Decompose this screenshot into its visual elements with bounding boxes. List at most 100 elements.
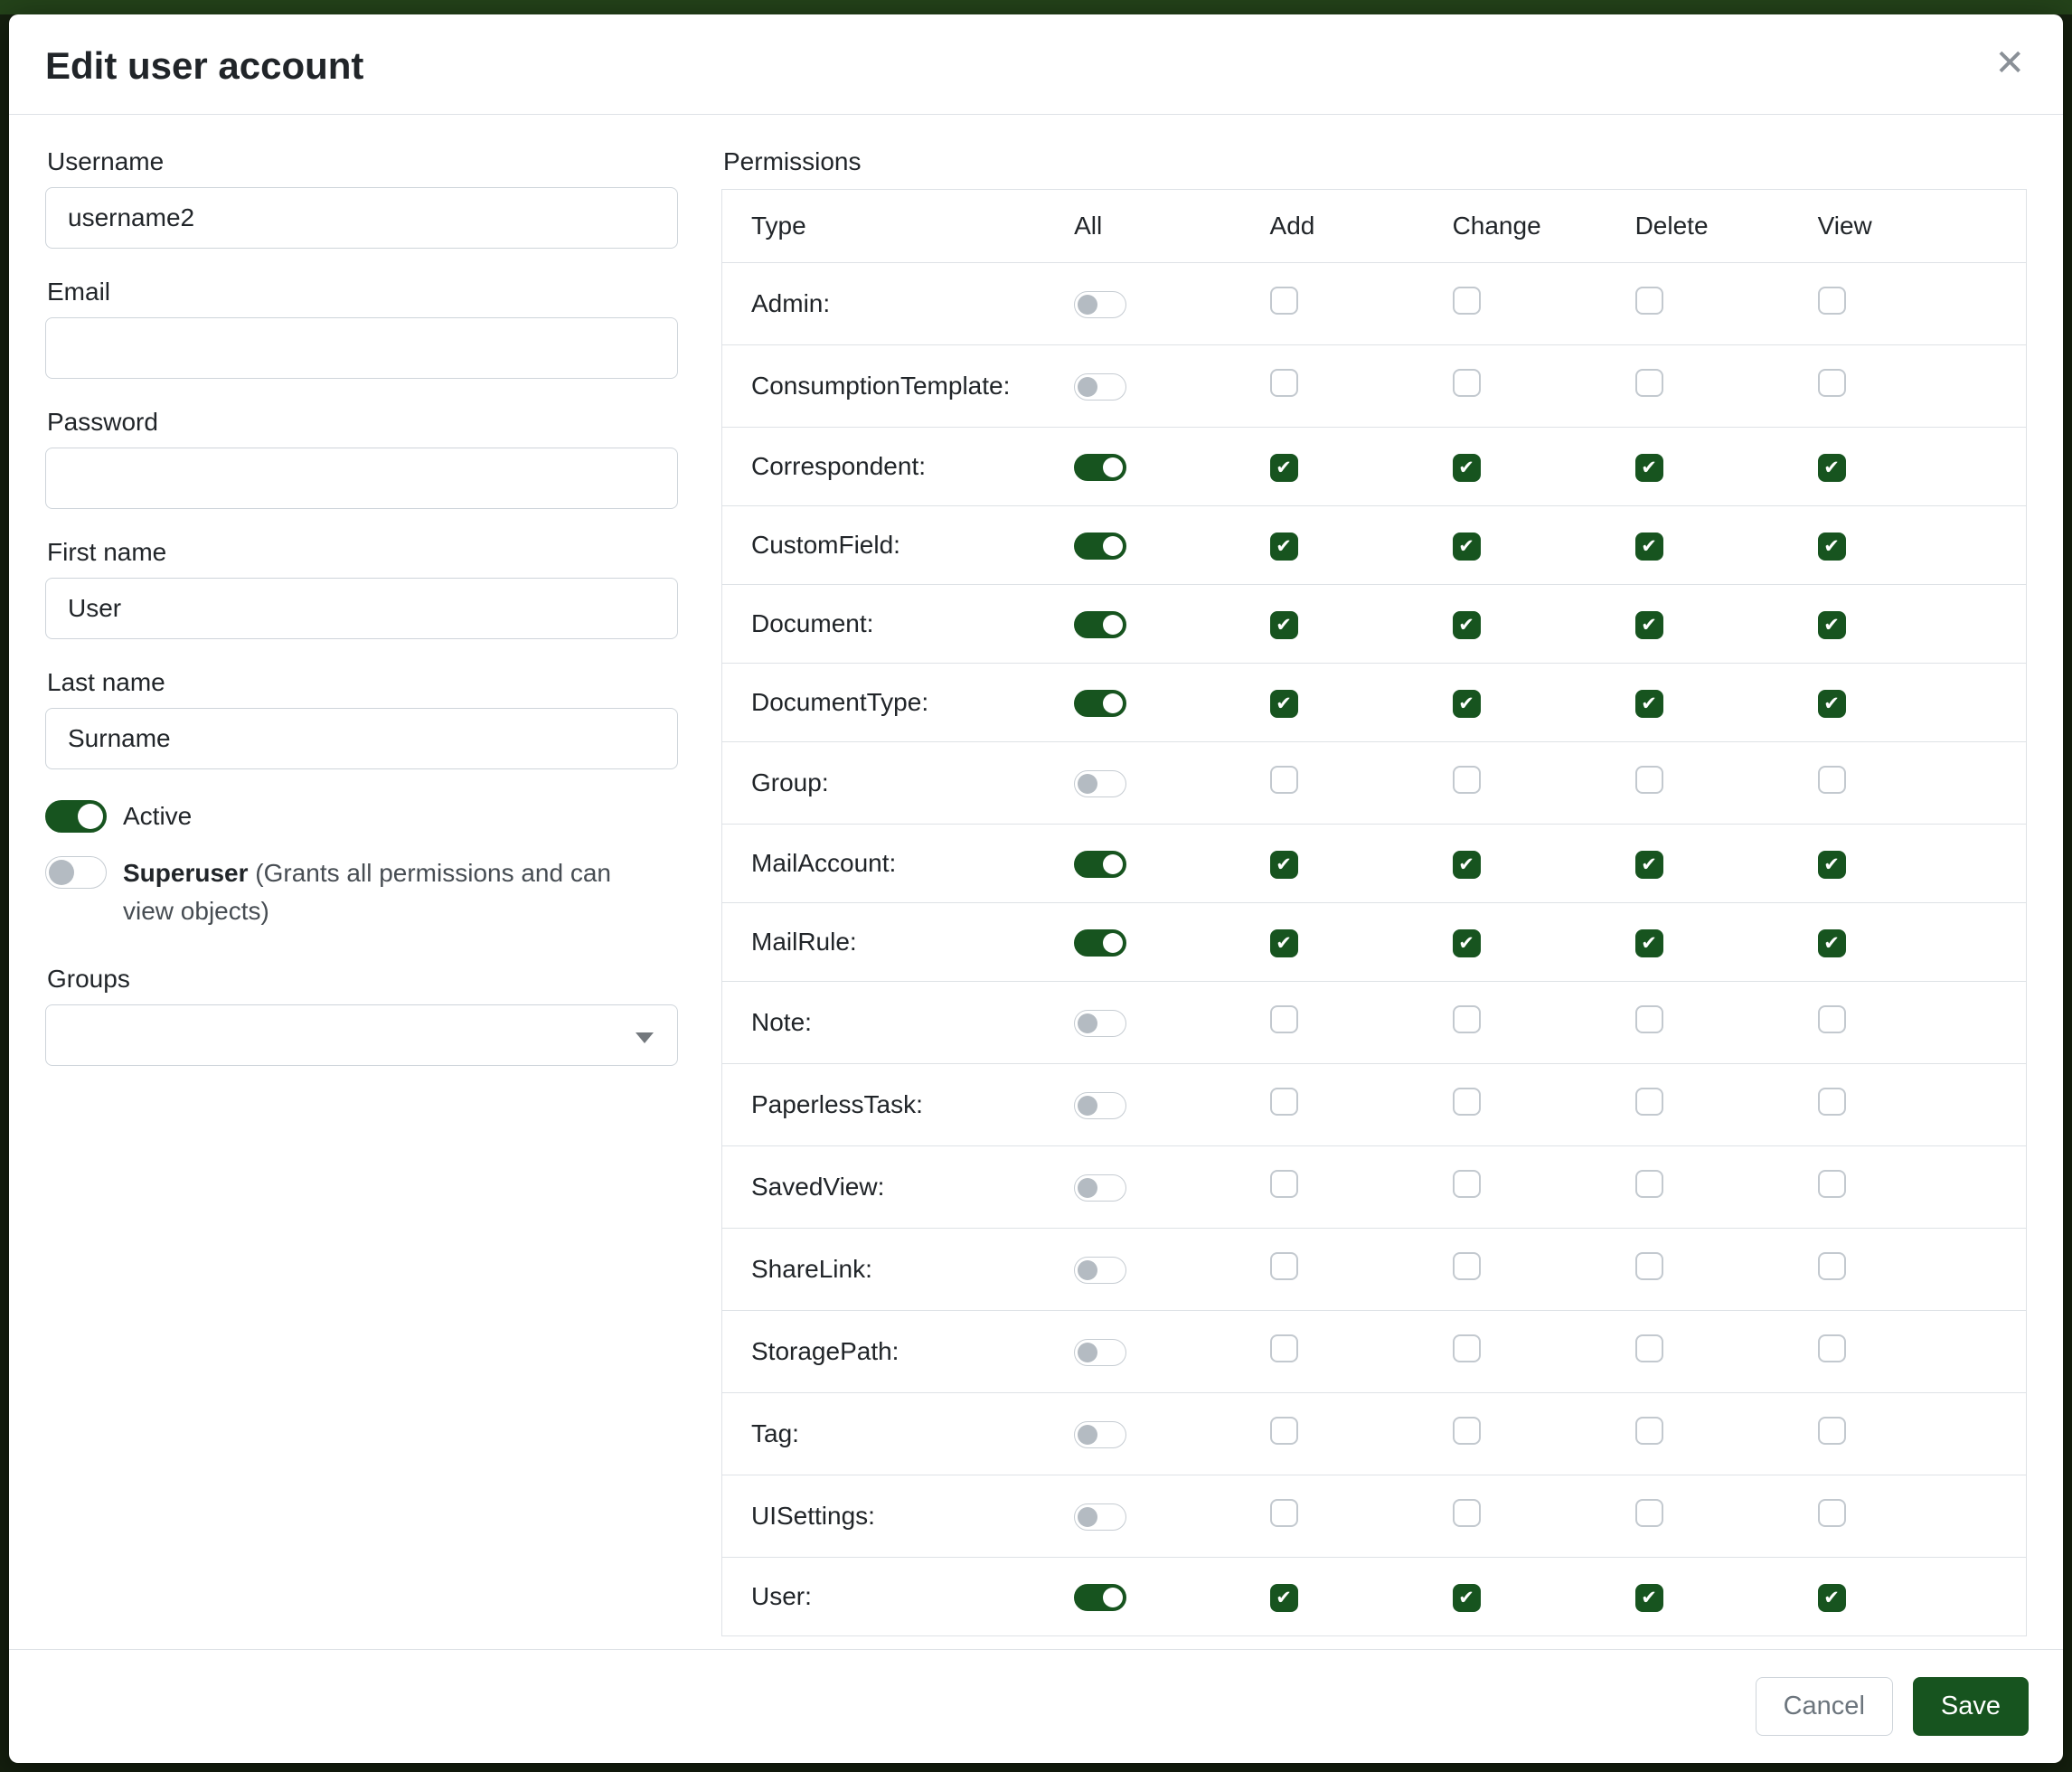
permission-all-toggle[interactable] <box>1074 1257 1126 1284</box>
permission-all-toggle[interactable] <box>1074 454 1126 481</box>
permission-view-checkbox[interactable]: ✔ <box>1818 1584 1846 1612</box>
permission-change-checkbox[interactable]: ✔ <box>1453 851 1481 879</box>
close-icon[interactable]: ✕ <box>1994 45 2025 81</box>
permission-view-checkbox[interactable] <box>1818 1417 1846 1445</box>
permission-delete-checkbox[interactable] <box>1635 1334 1663 1362</box>
permission-change-checkbox[interactable]: ✔ <box>1453 611 1481 639</box>
permission-all-toggle[interactable] <box>1074 533 1126 560</box>
save-button[interactable]: Save <box>1913 1677 2029 1736</box>
permission-all-toggle[interactable] <box>1074 1174 1126 1202</box>
permission-add-checkbox[interactable] <box>1270 1088 1298 1116</box>
permission-add-checkbox[interactable]: ✔ <box>1270 929 1298 957</box>
email-input[interactable] <box>45 317 678 379</box>
permission-change-checkbox[interactable] <box>1453 1088 1481 1116</box>
permission-all-toggle[interactable] <box>1074 291 1126 318</box>
permission-add-checkbox[interactable]: ✔ <box>1270 690 1298 718</box>
permission-delete-checkbox[interactable] <box>1635 766 1663 794</box>
active-toggle[interactable] <box>45 800 107 833</box>
permission-change-checkbox[interactable] <box>1453 1417 1481 1445</box>
permission-delete-checkbox[interactable] <box>1635 1252 1663 1280</box>
permission-delete-checkbox[interactable]: ✔ <box>1635 929 1663 957</box>
permission-all-toggle[interactable] <box>1074 373 1126 401</box>
permission-delete-checkbox[interactable] <box>1635 1088 1663 1116</box>
permission-delete-checkbox[interactable]: ✔ <box>1635 533 1663 561</box>
permission-delete-checkbox[interactable]: ✔ <box>1635 454 1663 482</box>
permission-delete-checkbox[interactable] <box>1635 369 1663 397</box>
permission-view-checkbox[interactable] <box>1818 1005 1846 1033</box>
toggle-knob <box>78 804 103 829</box>
permission-view-checkbox[interactable] <box>1818 287 1846 315</box>
permission-change-checkbox[interactable] <box>1453 287 1481 315</box>
permission-change-checkbox[interactable] <box>1453 369 1481 397</box>
permission-view-checkbox[interactable]: ✔ <box>1818 454 1846 482</box>
permission-all-toggle[interactable] <box>1074 1339 1126 1366</box>
password-input[interactable] <box>45 448 678 509</box>
permission-all-toggle[interactable] <box>1074 770 1126 797</box>
permission-add-checkbox[interactable] <box>1270 1005 1298 1033</box>
permission-view-checkbox[interactable]: ✔ <box>1818 851 1846 879</box>
permission-add-checkbox[interactable]: ✔ <box>1270 1584 1298 1612</box>
permission-delete-checkbox[interactable]: ✔ <box>1635 1584 1663 1612</box>
permission-view-checkbox[interactable] <box>1818 1252 1846 1280</box>
permission-row: Document:✔✔✔✔ <box>722 585 2027 664</box>
permission-delete-checkbox[interactable] <box>1635 287 1663 315</box>
permission-change-checkbox[interactable] <box>1453 1005 1481 1033</box>
permission-add-checkbox[interactable] <box>1270 1417 1298 1445</box>
permission-change-checkbox[interactable] <box>1453 1334 1481 1362</box>
permission-add-checkbox[interactable] <box>1270 1252 1298 1280</box>
permission-delete-checkbox[interactable] <box>1635 1005 1663 1033</box>
permissions-table: TypeAllAddChangeDeleteView Admin:Consump… <box>721 189 2027 1636</box>
permission-all-toggle[interactable] <box>1074 851 1126 878</box>
permission-delete-checkbox[interactable]: ✔ <box>1635 690 1663 718</box>
permission-change-checkbox[interactable] <box>1453 1252 1481 1280</box>
groups-select[interactable] <box>45 1004 678 1066</box>
permission-add-checkbox[interactable] <box>1270 287 1298 315</box>
last-name-input[interactable] <box>45 708 678 769</box>
permission-view-checkbox[interactable] <box>1818 1088 1846 1116</box>
permission-add-checkbox[interactable]: ✔ <box>1270 533 1298 561</box>
permission-add-checkbox[interactable]: ✔ <box>1270 851 1298 879</box>
permission-add-checkbox[interactable]: ✔ <box>1270 454 1298 482</box>
permission-add-checkbox[interactable] <box>1270 1499 1298 1527</box>
first-name-input[interactable] <box>45 578 678 639</box>
permission-all-toggle[interactable] <box>1074 611 1126 638</box>
permission-view-checkbox[interactable]: ✔ <box>1818 533 1846 561</box>
permission-change-checkbox[interactable] <box>1453 1499 1481 1527</box>
permission-all-toggle[interactable] <box>1074 1010 1126 1037</box>
permission-view-checkbox[interactable] <box>1818 1499 1846 1527</box>
permission-view-checkbox[interactable]: ✔ <box>1818 611 1846 639</box>
permission-delete-checkbox[interactable]: ✔ <box>1635 851 1663 879</box>
permission-change-checkbox[interactable]: ✔ <box>1453 690 1481 718</box>
permission-add-checkbox[interactable] <box>1270 369 1298 397</box>
permission-all-toggle[interactable] <box>1074 1503 1126 1531</box>
permission-view-checkbox[interactable] <box>1818 369 1846 397</box>
permission-view-checkbox[interactable] <box>1818 766 1846 794</box>
permission-all-toggle[interactable] <box>1074 1584 1126 1611</box>
permission-add-checkbox[interactable] <box>1270 1170 1298 1198</box>
permission-add-checkbox[interactable]: ✔ <box>1270 611 1298 639</box>
permission-view-checkbox[interactable]: ✔ <box>1818 690 1846 718</box>
permission-view-checkbox[interactable]: ✔ <box>1818 929 1846 957</box>
permission-delete-checkbox[interactable] <box>1635 1499 1663 1527</box>
superuser-toggle[interactable] <box>45 856 107 889</box>
permission-add-checkbox[interactable] <box>1270 1334 1298 1362</box>
cancel-button[interactable]: Cancel <box>1756 1677 1893 1736</box>
permission-delete-checkbox[interactable] <box>1635 1417 1663 1445</box>
permission-delete-checkbox[interactable]: ✔ <box>1635 611 1663 639</box>
permission-change-checkbox[interactable] <box>1453 1170 1481 1198</box>
permission-change-checkbox[interactable]: ✔ <box>1453 1584 1481 1612</box>
permission-change-checkbox[interactable]: ✔ <box>1453 454 1481 482</box>
permission-change-checkbox[interactable]: ✔ <box>1453 929 1481 957</box>
permission-add-checkbox[interactable] <box>1270 766 1298 794</box>
permission-all-toggle[interactable] <box>1074 929 1126 957</box>
permission-all-toggle[interactable] <box>1074 1421 1126 1448</box>
permission-view-checkbox[interactable] <box>1818 1334 1846 1362</box>
permission-view-checkbox[interactable] <box>1818 1170 1846 1198</box>
permission-row: Correspondent:✔✔✔✔ <box>722 428 2027 506</box>
permission-change-checkbox[interactable]: ✔ <box>1453 533 1481 561</box>
permission-change-checkbox[interactable] <box>1453 766 1481 794</box>
permission-all-toggle[interactable] <box>1074 1092 1126 1119</box>
permission-delete-checkbox[interactable] <box>1635 1170 1663 1198</box>
username-input[interactable] <box>45 187 678 249</box>
permission-all-toggle[interactable] <box>1074 690 1126 717</box>
